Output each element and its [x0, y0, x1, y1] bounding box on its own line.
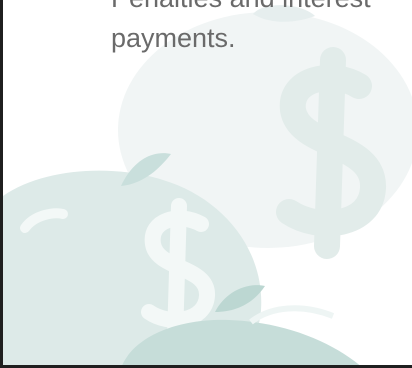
body-text: Penalties and interest payments.	[111, 0, 371, 58]
slide: Penalties and interest payments.	[0, 0, 412, 368]
body-text-line: payments.	[111, 23, 236, 53]
body-text-line: Penalties and interest	[111, 0, 371, 18]
